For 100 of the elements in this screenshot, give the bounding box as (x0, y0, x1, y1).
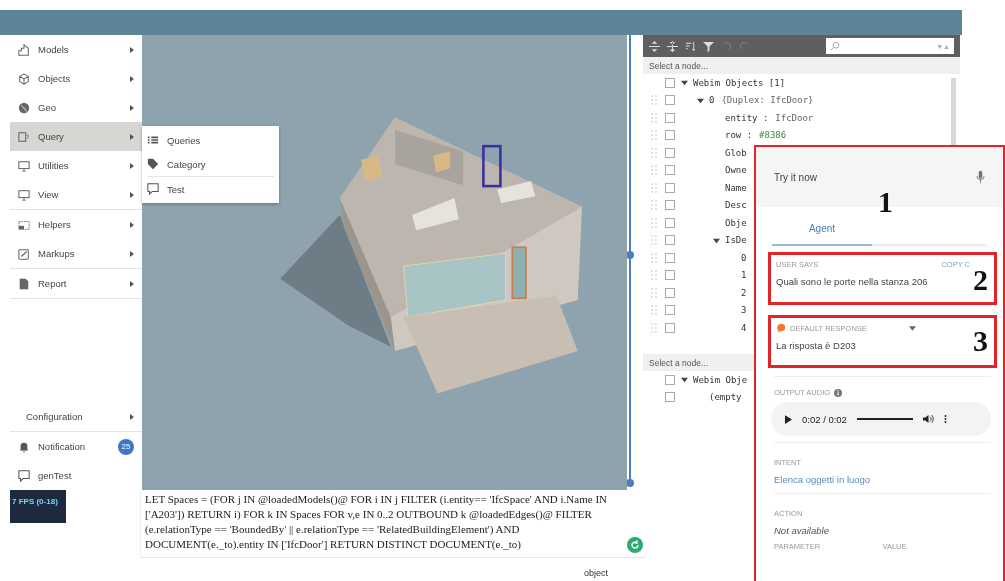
tree-row[interactable]: 4 (643, 319, 747, 337)
checkbox[interactable] (665, 147, 675, 158)
agent-tab[interactable]: Agent (772, 215, 872, 246)
tree-row[interactable]: 0 {Duplex: IfcDoor} (643, 91, 814, 109)
tree-row[interactable]: (empty (643, 388, 742, 406)
3d-viewport[interactable]: Queries Category Test (142, 35, 627, 490)
checkbox[interactable] (665, 374, 675, 385)
sidebar-item[interactable]: Utilities (10, 151, 142, 180)
tree-row[interactable]: 3 (643, 301, 747, 319)
checkbox[interactable] (665, 217, 675, 228)
refresh-button[interactable] (627, 537, 643, 553)
query-icon (18, 130, 30, 143)
drag-handle-icon[interactable] (651, 95, 657, 106)
sidebar-item[interactable]: Markups (10, 239, 142, 268)
sidebar-item[interactable]: Helpers (10, 210, 142, 239)
drag-handle-icon[interactable] (651, 182, 657, 193)
drag-handle-icon[interactable] (651, 217, 657, 228)
undo-icon[interactable] (721, 40, 732, 52)
checkbox[interactable] (665, 305, 675, 316)
drag-handle-icon[interactable] (651, 252, 657, 263)
panel-splitter[interactable] (625, 35, 635, 490)
volume-icon[interactable] (922, 414, 934, 424)
tree-row[interactable]: row : #8386 (643, 126, 787, 144)
checkbox[interactable] (665, 287, 675, 298)
tree-node-label: 1 (741, 270, 747, 281)
globe-icon (18, 101, 30, 114)
tree-row[interactable]: 0 (643, 249, 747, 267)
sidebar-item[interactable]: Query (10, 122, 142, 151)
tree-row[interactable]: Desc (643, 196, 747, 214)
drag-handle-icon[interactable] (651, 147, 657, 158)
more-options-icon[interactable] (943, 414, 947, 424)
annotation-number: 1 (878, 187, 893, 217)
submenu-item[interactable]: Test (147, 177, 274, 201)
chat-bubble-icon (776, 323, 786, 333)
collapse-icon[interactable] (667, 40, 678, 52)
dropdown-caret-icon[interactable] (908, 325, 916, 331)
tree-row[interactable]: Owne (643, 161, 747, 179)
checkbox[interactable] (665, 235, 675, 246)
filter-icon[interactable] (703, 40, 714, 52)
drag-handle-icon[interactable] (651, 130, 657, 141)
expand-toggle-icon[interactable] (681, 376, 688, 384)
caret-icon (130, 75, 134, 82)
checkbox[interactable] (665, 322, 675, 333)
sidebar-item[interactable]: View (10, 180, 142, 209)
intent-link[interactable]: Elenca oggetti in luogo (774, 474, 991, 487)
checkbox[interactable] (665, 165, 675, 176)
drag-handle-icon[interactable] (651, 322, 657, 333)
checkbox[interactable] (665, 200, 675, 211)
tree-row[interactable]: 1 (643, 266, 747, 284)
status-text: object (584, 568, 609, 578)
expand-icon[interactable] (649, 40, 660, 52)
tree-row[interactable]: Obje (643, 214, 747, 232)
tree-node-label: entity : (725, 112, 769, 123)
sidebar-item[interactable]: Geo (10, 93, 142, 122)
checkbox[interactable] (665, 270, 675, 281)
sidebar-item[interactable]: Report (10, 269, 142, 298)
play-icon[interactable] (785, 414, 792, 424)
checkbox[interactable] (665, 77, 675, 88)
cube-icon (18, 72, 30, 85)
checkbox[interactable] (665, 95, 675, 106)
checkbox[interactable] (665, 130, 675, 141)
checkbox[interactable] (665, 112, 675, 123)
tree-row[interactable]: Webim Objects [1] (643, 74, 786, 92)
expand-toggle-icon[interactable] (713, 236, 720, 244)
drag-handle-icon[interactable] (651, 287, 657, 298)
microphone-icon[interactable] (976, 170, 985, 184)
tree-row[interactable]: entity : IfcDoor (643, 109, 814, 127)
annotation-number: 2 (973, 265, 988, 295)
redo-icon[interactable] (739, 40, 750, 52)
tree-row[interactable]: 2 (643, 284, 747, 302)
sidebar-item[interactable]: Objects (10, 64, 142, 93)
info-icon[interactable] (834, 388, 843, 397)
caret-icon (130, 250, 134, 257)
tree-node-value: IfcDoor (775, 112, 814, 123)
drag-handle-icon[interactable] (651, 200, 657, 211)
sidebar-item[interactable]: Models (10, 35, 142, 64)
tree-row[interactable]: IsDe (643, 231, 747, 249)
drag-handle-icon[interactable] (651, 270, 657, 281)
sidebar-item[interactable]: genTest (10, 461, 142, 490)
drag-handle-icon[interactable] (651, 235, 657, 246)
drag-handle-icon[interactable] (651, 305, 657, 316)
drag-handle-icon[interactable] (651, 112, 657, 123)
audio-player[interactable]: 0:02 / 0:02 (771, 402, 991, 436)
checkbox[interactable] (665, 392, 675, 403)
query-editor[interactable] (140, 490, 646, 558)
sidebar-item[interactable]: Notification 25 (10, 432, 142, 461)
drag-handle-icon[interactable] (651, 165, 657, 176)
expand-toggle-icon[interactable] (681, 79, 688, 87)
tree-node-label: Glob (725, 147, 747, 158)
tree-row[interactable]: Name (643, 179, 747, 197)
tree-row[interactable]: Glob (643, 144, 747, 162)
tree-node-label: Obje (725, 217, 747, 228)
submenu-item[interactable]: Category (147, 152, 274, 176)
submenu-item[interactable]: Queries (147, 128, 274, 152)
expand-toggle-icon[interactable] (697, 96, 704, 104)
checkbox[interactable] (665, 182, 675, 193)
tree-row[interactable]: Webim Obje (643, 371, 748, 389)
checkbox[interactable] (665, 252, 675, 263)
sort-icon[interactable] (685, 40, 696, 52)
response-text: La risposta è D203 (776, 340, 856, 351)
